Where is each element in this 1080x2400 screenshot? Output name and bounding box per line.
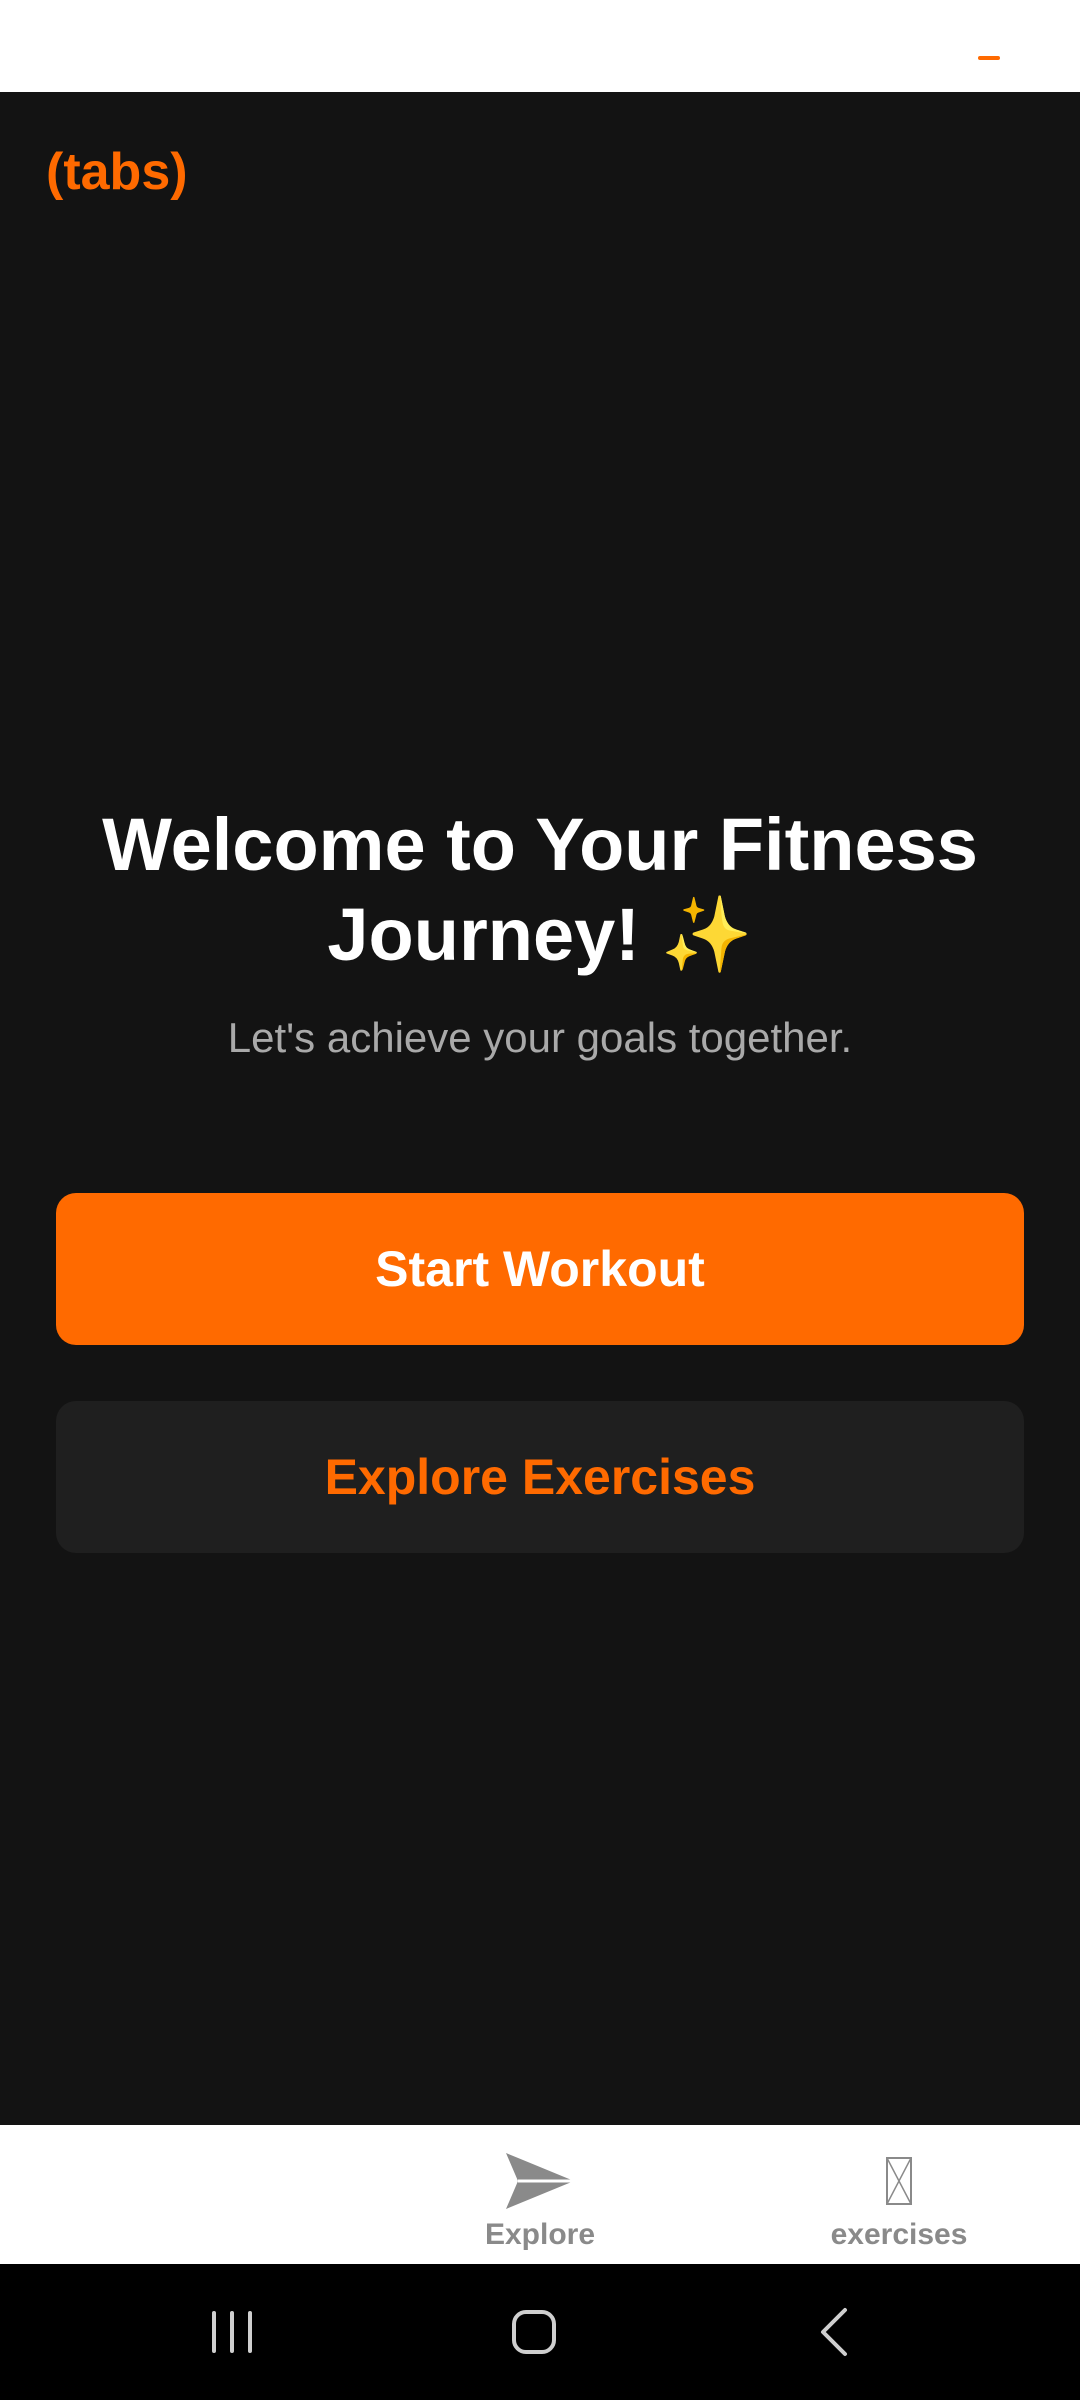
tab-exercises-label: exercises: [830, 2218, 968, 2251]
tab-explore-label: Explore: [484, 2218, 596, 2251]
tab-exercises[interactable]: exercises: [799, 2125, 999, 2264]
start-workout-label: Start Workout: [375, 1241, 705, 1297]
tab-explore[interactable]: Explore: [440, 2125, 640, 2264]
system-navigation-bar: [0, 2264, 1080, 2400]
welcome-section: Welcome to Your Fitness Journey! ✨ Let's…: [56, 800, 1024, 1066]
status-indicator: [978, 56, 1000, 60]
welcome-subtitle: Let's achieve your goals together.: [227, 1014, 853, 1061]
app-screen: (tabs) Welcome to Your Fitness Journey! …: [0, 0, 1080, 2400]
missing-glyph-icon: [884, 2149, 914, 2213]
back-icon[interactable]: [776, 2292, 896, 2372]
start-workout-button[interactable]: Start Workout: [56, 1193, 1024, 1345]
send-icon: [504, 2149, 576, 2213]
welcome-title: Welcome to Your Fitness Journey! ✨: [102, 803, 978, 976]
home-icon[interactable]: [474, 2292, 594, 2372]
explore-exercises-button[interactable]: Explore Exercises: [56, 1401, 1024, 1553]
recents-icon[interactable]: [172, 2292, 292, 2372]
status-bar: [0, 0, 1080, 92]
bottom-tab-bar: Explore exercises: [0, 2125, 1080, 2264]
explore-exercises-label: Explore Exercises: [324, 1449, 756, 1505]
page-title: (tabs): [46, 143, 188, 201]
